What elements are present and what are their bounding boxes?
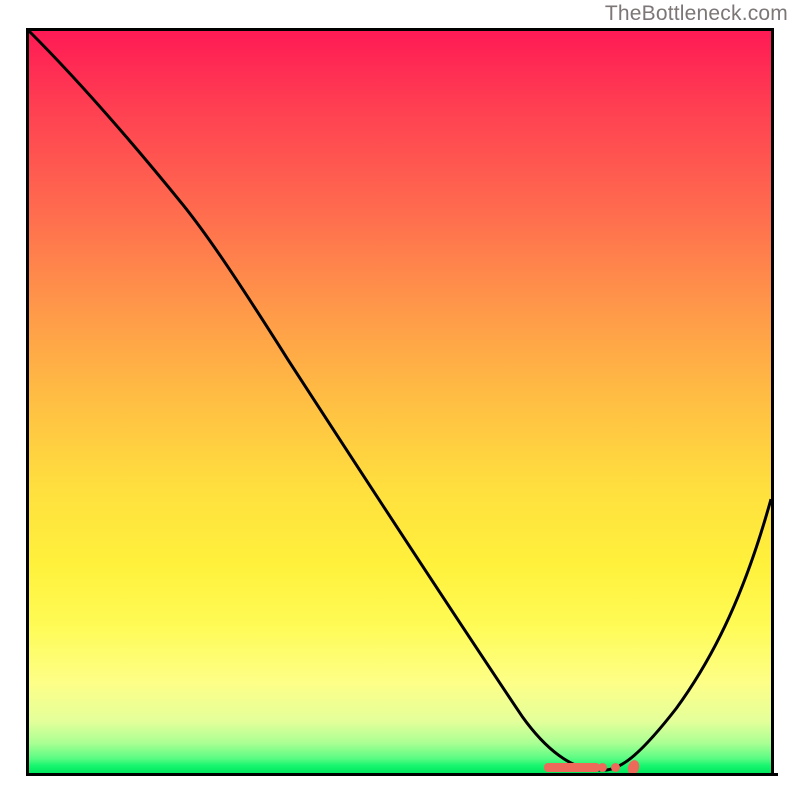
x-axis (26, 773, 778, 776)
attribution-label: TheBottleneck.com (605, 2, 788, 26)
y-axis (26, 28, 29, 776)
marker-dot-icon (611, 763, 620, 772)
bottleneck-curve (29, 31, 771, 773)
marker-dash-icon (598, 763, 607, 772)
marker-segment (544, 763, 600, 772)
chart-canvas: TheBottleneck.com (0, 0, 800, 800)
plot-area (29, 28, 774, 773)
